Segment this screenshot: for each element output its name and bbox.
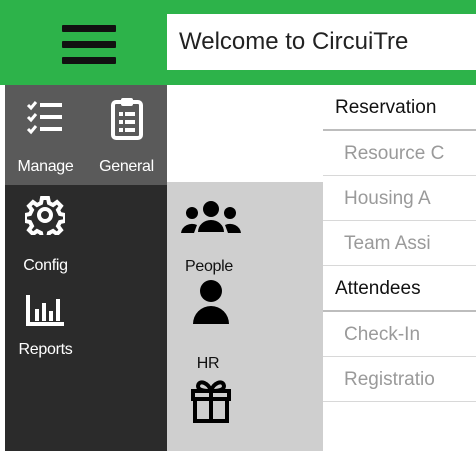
nav-item-general[interactable]: General [86, 85, 167, 185]
gift-icon [191, 380, 231, 423]
nav-item-manage[interactable]: Manage [5, 85, 86, 185]
menu-section-header: Reservation [323, 85, 476, 131]
menu-item-label: Check-In [344, 324, 421, 345]
hamburger-line [62, 25, 116, 32]
nav-label-manage: Manage [17, 158, 74, 175]
bar-chart-icon [26, 295, 64, 326]
nav-item-config[interactable]: Config [5, 185, 86, 285]
menu-item-label: Resource C [344, 143, 445, 164]
menu-item-resource[interactable]: Resource C [323, 131, 476, 176]
clipboard-icon [111, 98, 143, 140]
gear-icon [25, 196, 65, 235]
nav-label-people: People [184, 258, 234, 275]
hamburger-line [62, 41, 116, 48]
menu-item-team[interactable]: Team Assi [323, 221, 476, 266]
menu-item-label: Team Assi [344, 233, 431, 254]
hamburger-menu-icon[interactable] [62, 22, 116, 66]
menu-section-header: Attendees [323, 266, 476, 312]
menu-item-label: Housing A [344, 188, 431, 209]
nav-label-hr: HR [196, 355, 220, 372]
welcome-text: Welcome to CircuiTre [179, 28, 409, 55]
nav-label-reports: Reports [18, 341, 73, 358]
menu-item-checkin[interactable]: Check-In [323, 312, 476, 357]
nav-item-reports[interactable]: Reports [5, 285, 86, 380]
section-menu: Reservation Resource C Housing A Team As… [323, 85, 476, 451]
nav-label-general: General [99, 158, 154, 175]
hamburger-line [62, 57, 116, 64]
person-icon [193, 280, 229, 324]
menu-item-label: Registratio [344, 369, 435, 390]
checklist-icon [26, 101, 62, 135]
menu-item-housing[interactable]: Housing A [323, 176, 476, 221]
top-bar: Welcome to CircuiTre [0, 0, 476, 85]
sub-nav-panel: People HR [167, 182, 323, 451]
section-title-reservation: Reservation [335, 97, 437, 118]
people-group-icon [181, 201, 241, 233]
nav-item-people[interactable]: People [167, 182, 323, 282]
welcome-banner: Welcome to CircuiTre [167, 14, 476, 70]
section-title-attendees: Attendees [335, 278, 421, 299]
nav-label-config: Config [23, 257, 68, 274]
nav-item-gift[interactable] [167, 377, 323, 451]
nav-item-hr[interactable]: HR [167, 280, 323, 377]
menu-item-registration[interactable]: Registratio [323, 357, 476, 402]
